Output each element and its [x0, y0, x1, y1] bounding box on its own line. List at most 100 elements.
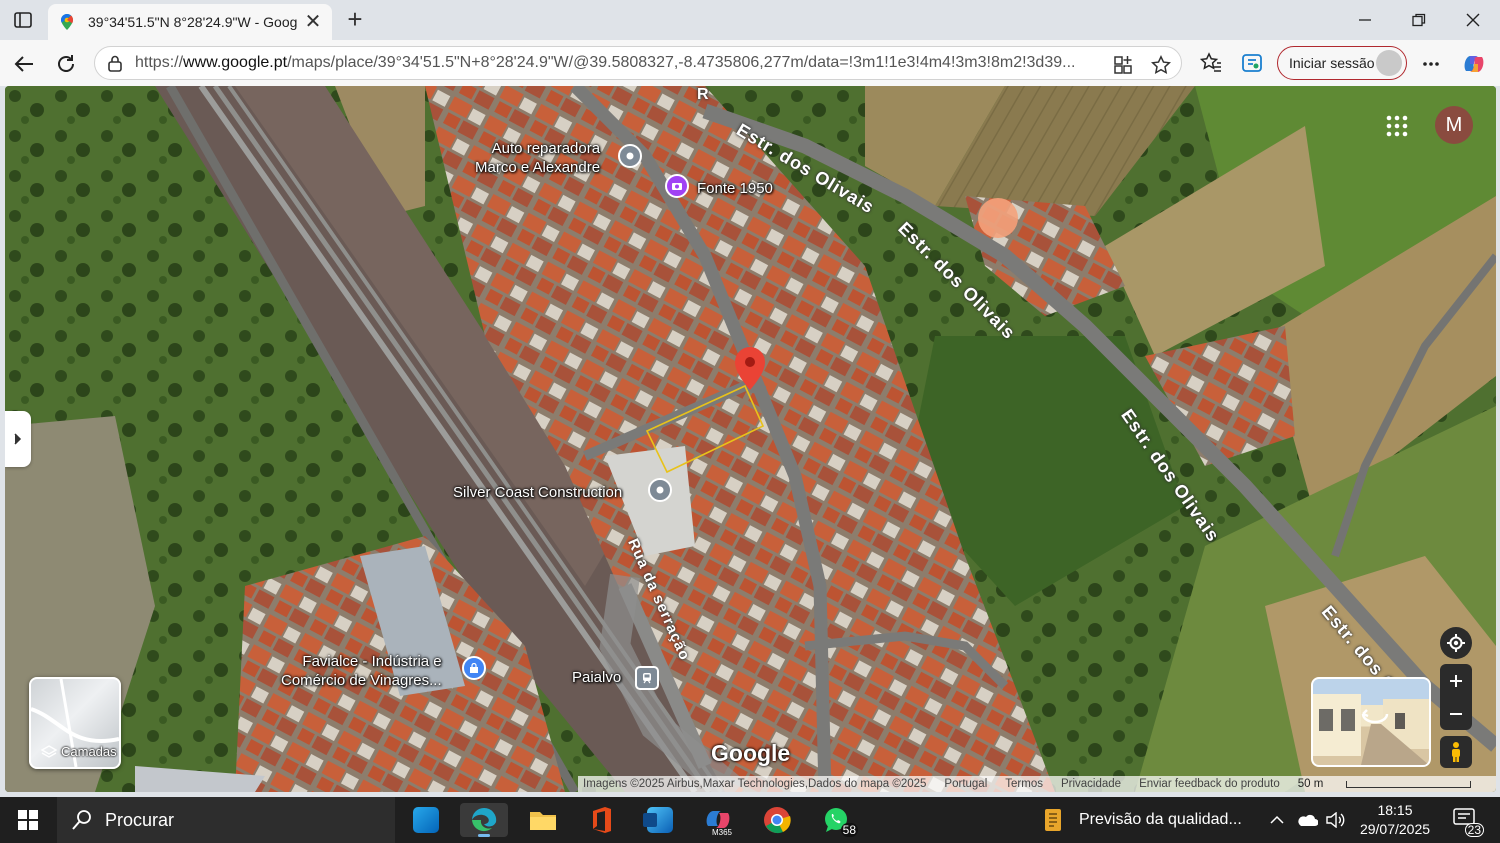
layers-button[interactable]: Camadas	[29, 677, 121, 769]
side-panel-toggle[interactable]	[5, 411, 31, 467]
news-text: Previsão da qualidad...	[1079, 811, 1242, 828]
collections-icon[interactable]	[1241, 52, 1263, 74]
edge-icon[interactable]	[460, 803, 508, 837]
close-window-button[interactable]	[1446, 0, 1500, 40]
windows-logo-icon	[18, 810, 38, 830]
more-menu-button[interactable]	[1417, 50, 1445, 78]
onedrive-icon[interactable]	[1296, 797, 1318, 843]
poi-label-silver-coast[interactable]: Silver Coast Construction	[453, 484, 622, 501]
windows-taskbar: Procurar M365 58 Previsão da qualidad...	[0, 797, 1500, 843]
search-label: Procurar	[105, 809, 175, 830]
sign-in-label: Iniciar sessão	[1289, 55, 1375, 71]
pegman-button[interactable]	[1440, 736, 1472, 768]
poi-label-auto-reparadora[interactable]: Auto reparadora Marco e Alexandre	[475, 139, 600, 177]
navigation-bar: https://www.google.pt/maps/place/39°34'5…	[0, 40, 1500, 86]
minus-icon	[1450, 712, 1462, 715]
account-avatar[interactable]: M	[1435, 106, 1473, 144]
imagery-attribution: Imagens ©2025 Airbus,Maxar Technologies,…	[583, 778, 927, 790]
back-arrow-icon	[14, 56, 33, 72]
road-label: R	[697, 86, 710, 103]
location-pin-icon[interactable]	[618, 144, 642, 168]
restore-icon	[1412, 13, 1426, 27]
search-icon	[72, 810, 91, 830]
tab-actions-icon	[14, 12, 32, 28]
zoom-in-button[interactable]	[1449, 664, 1463, 697]
address-bar[interactable]: https://www.google.pt/maps/place/39°34'5…	[94, 46, 1182, 80]
pegman-icon	[1452, 742, 1460, 762]
favorites-icon[interactable]	[1200, 52, 1222, 74]
google-logo: Google	[711, 740, 791, 766]
google-apps-icon[interactable]	[1385, 114, 1409, 138]
layers-icon	[41, 744, 57, 758]
google-maps-pin-icon	[61, 14, 73, 30]
clock[interactable]: 18:15 29/07/2025	[1352, 801, 1438, 839]
notifications-badge: 23	[1464, 823, 1484, 837]
camera-pin-icon[interactable]	[665, 174, 689, 198]
file-explorer-icon[interactable]	[519, 803, 567, 837]
country-link[interactable]: Portugal	[944, 778, 987, 790]
poi-label-fonte-1950[interactable]: Fonte 1950	[697, 180, 773, 197]
minimize-icon	[1359, 19, 1371, 21]
terms-link[interactable]: Termos	[1005, 778, 1043, 790]
clock-date: 29/07/2025	[1359, 821, 1431, 837]
plus-icon	[1450, 674, 1462, 687]
url-text: https://www.google.pt/maps/place/39°34'5…	[135, 54, 1076, 71]
news-widget[interactable]: Previsão da qualidad...	[1043, 797, 1242, 843]
feedback-link[interactable]: Enviar feedback do produto	[1139, 778, 1280, 790]
new-tab-button[interactable]: +	[342, 6, 368, 32]
privacy-link[interactable]: Privacidade	[1061, 778, 1121, 790]
tab-strip: 39°34'51.5"N 8°28'24.9"W - Goog ✕ +	[0, 0, 1500, 40]
chevron-up-icon	[1270, 815, 1284, 824]
reload-button[interactable]	[52, 50, 80, 78]
map-viewport[interactable]: Estr. dos Olivais Estr. dos Olivais Estr…	[5, 86, 1496, 792]
tab-actions-button[interactable]	[10, 8, 36, 32]
poi-label-paialvo[interactable]: Paialvo	[572, 669, 621, 686]
poi-label-favialce[interactable]: Favialce - Indústria e Comércio de Vinag…	[281, 652, 442, 690]
close-tab-icon[interactable]: ✕	[304, 12, 322, 32]
reload-icon	[58, 55, 74, 72]
whatsapp-icon[interactable]: 58	[812, 803, 860, 837]
favorite-star-icon[interactable]	[1151, 55, 1171, 75]
my-location-icon	[1447, 634, 1465, 652]
microsoft-365-icon[interactable]: M365	[694, 803, 742, 837]
notifications-button[interactable]: 23	[1452, 807, 1484, 837]
copilot-icon	[1464, 56, 1484, 72]
zoom-controls	[1440, 664, 1472, 730]
sign-in-button[interactable]: Iniciar sessão	[1277, 46, 1407, 80]
clock-time: 18:15	[1377, 802, 1413, 818]
chevron-right-icon	[14, 433, 22, 445]
start-button[interactable]	[10, 805, 46, 835]
close-icon	[1466, 13, 1480, 27]
location-pin-icon[interactable]	[648, 478, 672, 502]
copilot-button[interactable]	[1460, 50, 1488, 78]
shopping-pin-icon[interactable]	[462, 656, 486, 680]
lock-icon[interactable]	[107, 54, 123, 72]
train-station-icon[interactable]	[635, 666, 659, 690]
whatsapp-badge: 58	[840, 823, 858, 837]
scale-bar	[1346, 780, 1472, 788]
app-available-icon[interactable]	[1113, 55, 1133, 75]
my-location-button[interactable]	[1440, 627, 1472, 659]
outlook-new-icon[interactable]	[636, 803, 684, 837]
minimize-button[interactable]	[1338, 0, 1392, 40]
browser-tab[interactable]: 39°34'51.5"N 8°28'24.9"W - Goog ✕	[48, 4, 332, 40]
m365-label: M365	[711, 828, 732, 837]
zoom-out-button[interactable]	[1449, 697, 1463, 730]
profile-avatar-icon	[1376, 50, 1402, 76]
more-dots-icon	[1423, 62, 1439, 66]
outlook-icon[interactable]	[402, 803, 450, 837]
tray-overflow-button[interactable]	[1269, 797, 1285, 843]
map-footer: Imagens ©2025 Airbus,Maxar Technologies,…	[578, 776, 1496, 792]
layers-label: Camadas	[61, 744, 117, 759]
scale-label: 50 m	[1297, 778, 1324, 790]
street-view-preview	[1313, 694, 1429, 765]
office-icon[interactable]	[577, 803, 625, 837]
map-scale[interactable]: 50 m	[1298, 778, 1490, 790]
chrome-icon[interactable]	[753, 803, 801, 837]
volume-icon[interactable]	[1325, 797, 1345, 843]
restore-button[interactable]	[1392, 0, 1446, 40]
street-view-thumbnail[interactable]	[1311, 677, 1431, 767]
taskbar-search[interactable]: Procurar	[57, 797, 395, 843]
tab-title: 39°34'51.5"N 8°28'24.9"W - Goog	[88, 14, 298, 30]
back-button[interactable]	[10, 50, 38, 78]
